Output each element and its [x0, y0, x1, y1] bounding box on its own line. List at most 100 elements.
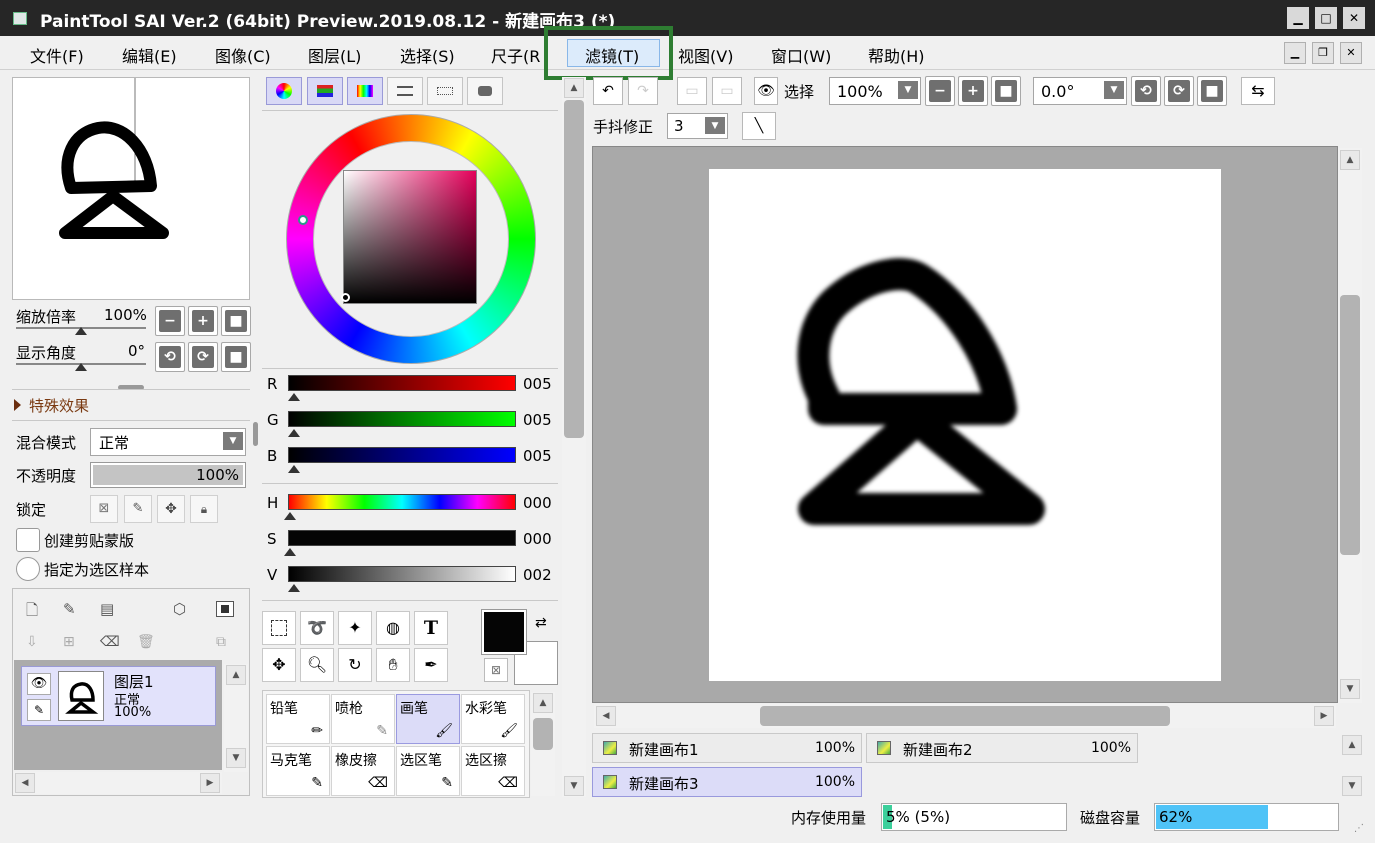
menu-window[interactable]: 窗口(W): [771, 43, 831, 67]
zoom-out-button[interactable]: −: [155, 306, 185, 336]
clear-layer-icon[interactable]: ⌫: [100, 634, 120, 650]
brush-marker[interactable]: 马克笔 ✎: [266, 746, 330, 796]
maximize-button[interactable]: □: [1315, 7, 1337, 29]
canvas-rotate-reset-button[interactable]: ■: [1197, 76, 1227, 106]
merge-down-icon[interactable]: ⇩: [26, 634, 38, 650]
rotate-right-button[interactable]: ⟳: [188, 342, 218, 372]
canvas-tab-3[interactable]: 新建画布3 100%: [592, 767, 862, 797]
zoom-in-button[interactable]: +: [188, 306, 218, 336]
opacity-slider[interactable]: 100%: [90, 462, 246, 488]
h-slider-handle[interactable]: [284, 512, 296, 520]
brush-brush[interactable]: 画笔 🖌︎: [396, 694, 460, 744]
sample-radio[interactable]: [16, 557, 40, 581]
color-wheel-mode-button[interactable]: [266, 77, 302, 105]
scroll-down-arrow[interactable]: ▼: [226, 748, 246, 768]
menu-image[interactable]: 图像(C): [215, 43, 271, 67]
scroll-right-arrow[interactable]: ▶: [200, 773, 220, 793]
rotate-reset-button[interactable]: ■: [221, 342, 251, 372]
scroll-thumb[interactable]: [533, 718, 553, 750]
new-vector-layer-icon[interactable]: ✎: [63, 600, 76, 618]
canvas-zoom-in-button[interactable]: +: [958, 76, 988, 106]
brush-airbrush[interactable]: 喷枪 ✎: [331, 694, 395, 744]
scratchpad-mode-button[interactable]: [467, 77, 503, 105]
menu-help[interactable]: 帮助(H): [868, 43, 925, 67]
text-tool[interactable]: T: [414, 611, 448, 645]
brush-select-eraser[interactable]: 选区擦 ⌫: [461, 746, 525, 796]
canvas-zoom-out-button[interactable]: −: [925, 76, 955, 106]
zoom-tool[interactable]: 🔍︎: [300, 648, 334, 682]
doc-restore-button[interactable]: ❐: [1312, 42, 1334, 64]
sv-handle[interactable]: [341, 293, 350, 302]
canvas-tab-1[interactable]: 新建画布1 100%: [592, 733, 862, 763]
deselect-button[interactable]: ▭: [677, 77, 707, 105]
lock-transparency-button[interactable]: ⊠: [90, 495, 118, 523]
color-list-mode-button[interactable]: [387, 77, 423, 105]
hand-tool[interactable]: ✋︎: [376, 648, 410, 682]
visibility-eye-icon[interactable]: 👁︎: [27, 673, 51, 695]
transparent-color-icon[interactable]: ⊠: [484, 658, 508, 682]
h-slider[interactable]: [288, 494, 516, 510]
rotate-left-button[interactable]: ⟲: [155, 342, 185, 372]
delete-layer-icon[interactable]: 🗑︎: [137, 634, 155, 650]
redo-button[interactable]: ↷: [628, 77, 658, 105]
layer-hscrollbar[interactable]: [14, 772, 222, 794]
s-slider[interactable]: [288, 530, 516, 546]
lock-move-button[interactable]: ✥: [157, 495, 185, 523]
canvas-paper[interactable]: [709, 169, 1221, 681]
new-folder-icon[interactable]: ▤: [100, 600, 114, 618]
effects-label[interactable]: 特殊效果: [29, 395, 89, 416]
doc-close-button[interactable]: ✕: [1340, 42, 1362, 64]
scroll-left-arrow[interactable]: ◀: [15, 773, 35, 793]
invert-select-button[interactable]: ▭: [712, 77, 742, 105]
scroll-up-arrow[interactable]: ▲: [1340, 150, 1360, 170]
scroll-left-arrow[interactable]: ◀: [596, 706, 616, 726]
brush-eraser[interactable]: 橡皮擦 ⌫: [331, 746, 395, 796]
menu-select[interactable]: 选择(S): [400, 43, 455, 67]
b-slider-handle[interactable]: [288, 465, 300, 473]
doc-minimize-button[interactable]: ▁: [1284, 42, 1306, 64]
menu-filter[interactable]: 滤镜(T): [585, 43, 639, 67]
layer-mask-icon[interactable]: [216, 601, 234, 617]
layer-row[interactable]: 👁︎ ✎ 图层1 正常 100%: [21, 666, 216, 726]
brush-pencil[interactable]: 铅笔 ✏︎: [266, 694, 330, 744]
edit-pencil-icon[interactable]: ✎: [27, 699, 51, 721]
navigator-preview[interactable]: [12, 77, 250, 300]
menu-file[interactable]: 文件(F): [30, 43, 84, 67]
layer-effect-icon[interactable]: ⬡: [173, 600, 186, 618]
scroll-up-arrow[interactable]: ▲: [564, 78, 584, 98]
lasso-tool[interactable]: ➰: [300, 611, 334, 645]
zoom-reset-button[interactable]: ■: [221, 306, 251, 336]
line-tool-button[interactable]: ╲: [742, 112, 776, 140]
scroll-up-arrow[interactable]: ▲: [226, 665, 246, 685]
menu-layer[interactable]: 图层(L): [308, 43, 361, 67]
brush-watercolor[interactable]: 水彩笔 🖌︎: [461, 694, 525, 744]
foreground-color-swatch[interactable]: [481, 609, 527, 655]
tabs-scroll-down-arrow[interactable]: ▼: [1342, 776, 1362, 796]
stabilizer-select[interactable]: 3 ▼: [667, 113, 728, 139]
eyedropper-tool[interactable]: ✒: [414, 648, 448, 682]
bucket-tool[interactable]: ◍: [376, 611, 410, 645]
rgb-slider-mode-button[interactable]: [307, 77, 343, 105]
scroll-down-arrow[interactable]: ▼: [1340, 679, 1360, 699]
scroll-up-arrow[interactable]: ▲: [533, 693, 553, 713]
mask-apply-icon[interactable]: ⧉: [216, 634, 226, 650]
canvas-zoom-select[interactable]: 100% ▼: [829, 77, 921, 105]
duplicate-icon[interactable]: ⊞: [63, 634, 75, 650]
swap-colors-icon[interactable]: ⇄: [535, 615, 547, 631]
panel-splitter-v[interactable]: [253, 422, 258, 446]
r-slider-handle[interactable]: [288, 393, 300, 401]
v-slider-handle[interactable]: [288, 584, 300, 592]
rect-select-tool[interactable]: [262, 611, 296, 645]
minimize-button[interactable]: ▁: [1287, 7, 1309, 29]
s-slider-handle[interactable]: [284, 548, 296, 556]
scroll-thumb[interactable]: [760, 706, 1170, 726]
canvas-rotate-select[interactable]: 0.0° ▼: [1033, 77, 1127, 105]
selection-eye-icon[interactable]: 👁︎: [754, 77, 778, 105]
canvas-zoom-reset-button[interactable]: ■: [991, 76, 1021, 106]
undo-button[interactable]: ↶: [593, 77, 623, 105]
magic-wand-tool[interactable]: ✦: [338, 611, 372, 645]
scroll-down-arrow[interactable]: ▼: [564, 776, 584, 796]
hue-handle[interactable]: [298, 215, 308, 225]
scroll-thumb[interactable]: [1340, 295, 1360, 555]
flip-horizontal-button[interactable]: ⇆: [1241, 77, 1275, 105]
